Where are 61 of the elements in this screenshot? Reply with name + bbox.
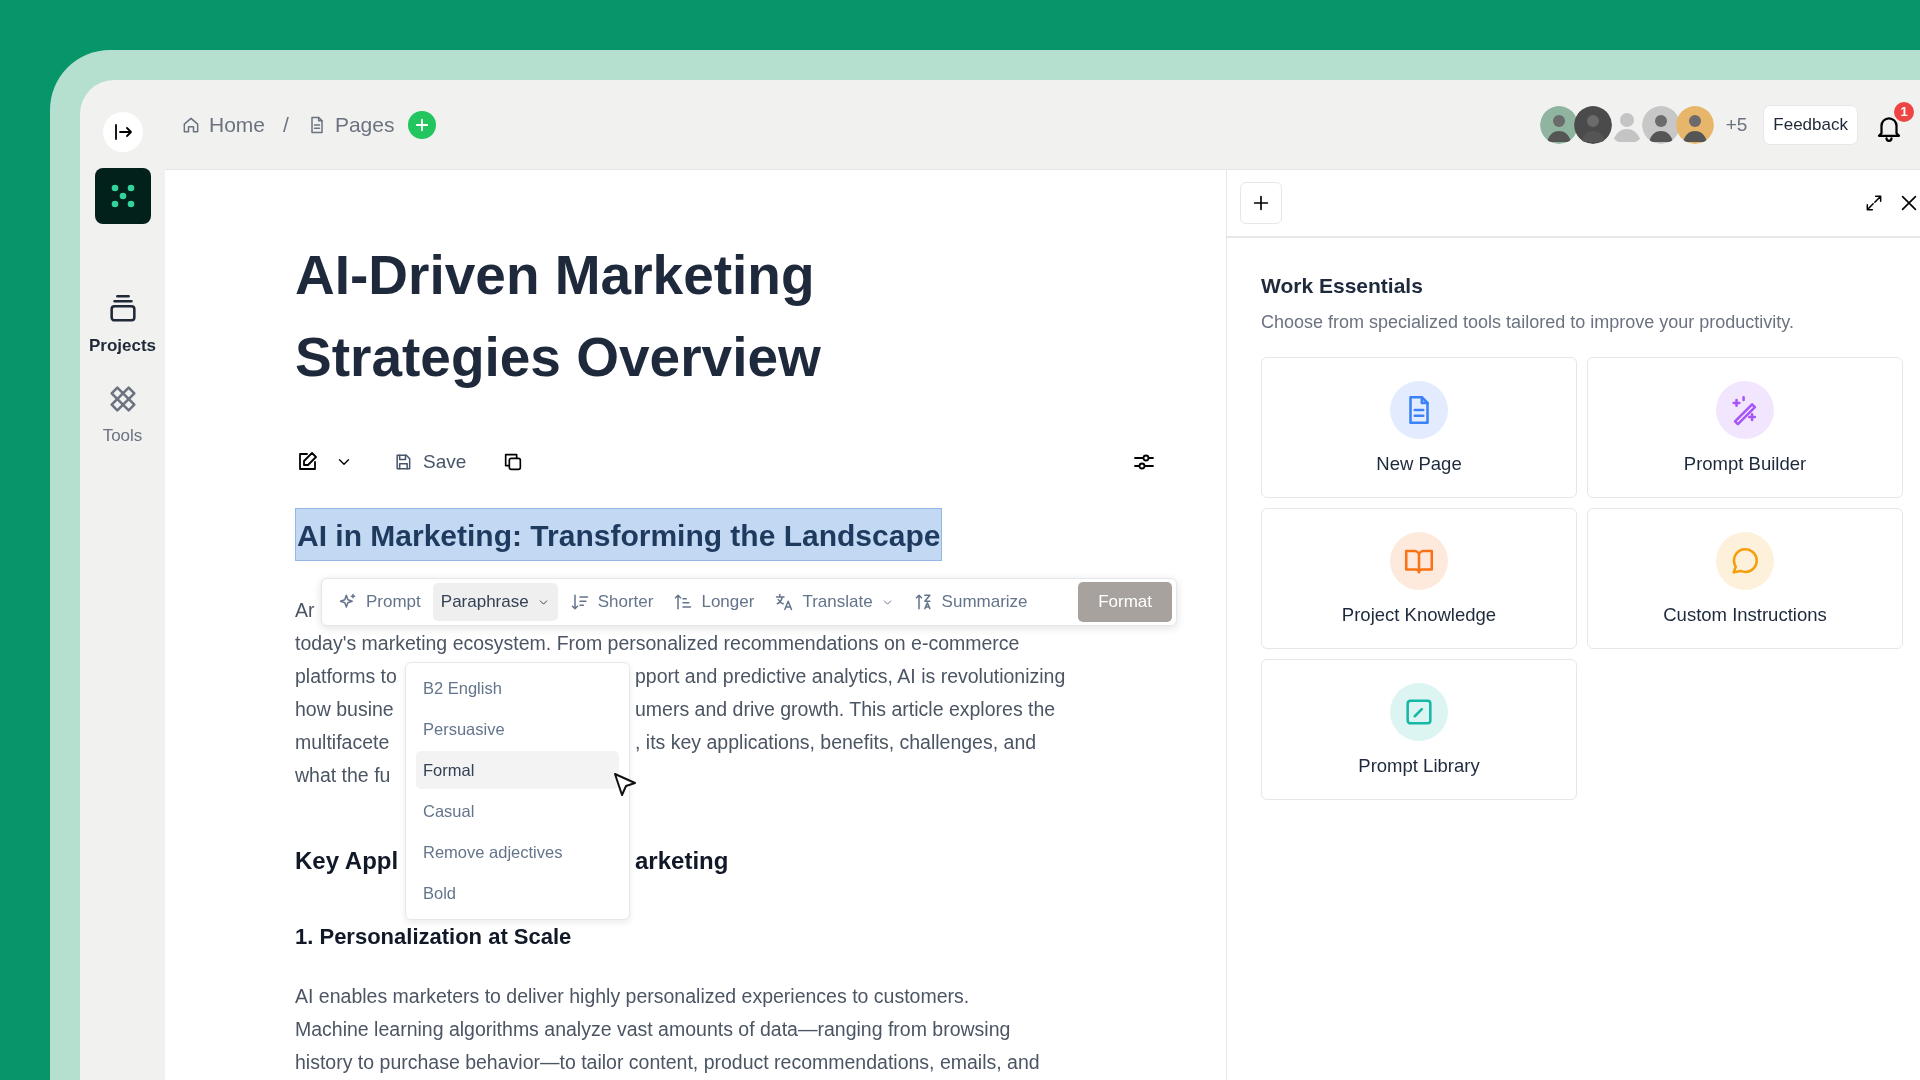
toolbar-action[interactable]: Longer — [665, 583, 763, 621]
app-logo[interactable] — [94, 168, 151, 224]
more-count: +5 — [1725, 113, 1748, 136]
toolbar-action[interactable]: Summarize — [905, 583, 1036, 621]
avatar[interactable] — [1675, 105, 1714, 144]
paragraph-text: umers and drive growth. This article explores the — [635, 697, 1056, 722]
menu-item[interactable]: B2 English — [416, 669, 619, 707]
menu-item[interactable]: Persuasive — [416, 710, 619, 748]
save-icon — [393, 452, 413, 472]
avatar[interactable] — [1539, 105, 1578, 144]
paragraph-text: pport and predictive analytics, AI is revolutionizing — [635, 664, 1066, 689]
tool-card[interactable]: Prompt Library — [1261, 659, 1577, 800]
paragraph-text: AI enables marketers to deliver highly personalized experiences to customers. — [295, 984, 971, 1009]
paragraph-text: , its key applications, benefits, challenges, and — [635, 730, 1037, 755]
avatar[interactable] — [1641, 105, 1680, 144]
notifications-button[interactable]: 1 — [1872, 101, 1914, 148]
expand-icon — [1864, 193, 1884, 213]
collapse-button[interactable] — [102, 112, 143, 152]
format-button[interactable]: Format — [1078, 582, 1172, 622]
menu-item[interactable]: Formal — [416, 751, 619, 789]
paragraph-text: Machine learning algorithms analyze vast amounts of data—ranging from browsing — [295, 1017, 1012, 1042]
section-heading: Key Appl — [295, 846, 399, 876]
translate-icon — [774, 592, 795, 612]
sort-down-icon — [569, 592, 590, 612]
selected-heading: AI in Marketing: Transforming the Landscape — [295, 508, 943, 561]
paragraph-text: multifacete — [295, 730, 390, 755]
page-title: AI-Driven Marketing Strategies Overview — [295, 243, 822, 390]
paragraph-text: history to purchase behavior—to tailor content, product recommendations, emails, and — [295, 1050, 1041, 1075]
menu-item[interactable]: Bold — [416, 874, 619, 912]
paragraph-text: platforms to — [295, 664, 397, 689]
panel-title: Work Essentials — [1261, 274, 1424, 298]
tool-card[interactable]: New Page — [1261, 357, 1577, 498]
paragraph-text: today's marketing ecosystem. From personalized recommendations on e-commerce — [295, 631, 1020, 656]
expand-button[interactable] — [1864, 193, 1884, 213]
tool-card[interactable]: Project Knowledge — [1261, 508, 1577, 649]
subheading: 1. Personalization at Scale — [295, 923, 573, 951]
sort-up-icon — [673, 592, 694, 612]
paragraph-text: how busine — [295, 697, 394, 722]
tool-card[interactable]: Custom Instructions — [1587, 508, 1903, 649]
breadcrumb-link[interactable]: Pages — [306, 112, 395, 137]
paragraph-text: Ar — [295, 598, 315, 623]
tool-card[interactable]: Prompt Builder — [1587, 357, 1903, 498]
breadcrumb-separator: / — [283, 112, 289, 137]
notification-badge: 1 — [1894, 101, 1914, 122]
feedback-button[interactable]: Feedback — [1763, 104, 1858, 145]
toolbar-action[interactable]: Prompt — [330, 583, 429, 621]
toolbar-action[interactable]: Shorter — [561, 583, 662, 621]
sidebar-item[interactable]: Projects — [84, 288, 161, 360]
sort-az-icon — [913, 592, 934, 612]
menu-item[interactable]: Remove adjectives — [416, 833, 619, 871]
paragraph-text: what the fu — [295, 763, 391, 788]
sidebar-item[interactable]: Tools — [98, 378, 147, 450]
toolbar-action[interactable]: Paraphrase — [432, 583, 558, 621]
section-heading: arketing — [635, 846, 729, 876]
panel-subtitle: Choose from specialized tools tailored to improve your productivity. — [1261, 312, 1795, 333]
add-button[interactable] — [1240, 182, 1282, 224]
avatar[interactable] — [1573, 105, 1612, 144]
breadcrumb-link[interactable]: Home — [181, 112, 266, 137]
toolbar-action[interactable]: Translate — [766, 583, 902, 621]
menu-item[interactable]: Casual — [416, 792, 619, 830]
save-button[interactable]: Save — [393, 451, 467, 473]
